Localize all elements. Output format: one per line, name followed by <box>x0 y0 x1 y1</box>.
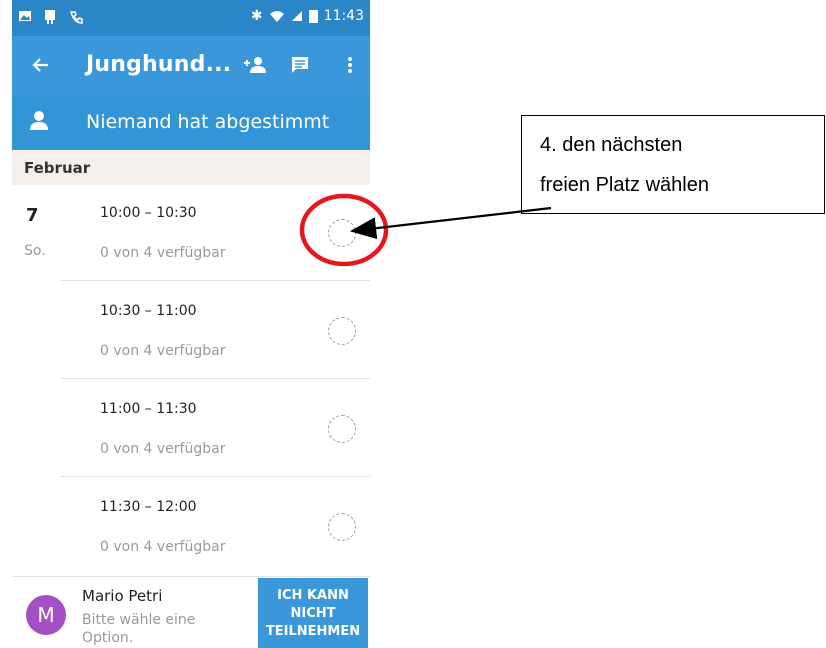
slot-time: 11:30 – 12:00 <box>100 499 197 515</box>
row-divider <box>60 280 370 281</box>
votes-status-text: Niemand hat abgestimmt <box>86 111 330 133</box>
image-notification-icon <box>19 11 31 21</box>
add-person-icon <box>244 57 266 73</box>
month-header: Februar <box>12 150 370 186</box>
day-weekday: So. <box>24 243 46 259</box>
cannot-attend-button[interactable]: ICH KANN NICHT TEILNEHMEN <box>258 578 368 648</box>
time-slot-row[interactable]: 7 So. 10:00 – 10:30 0 von 4 verfügbar <box>12 185 370 281</box>
status-bar: ✱ 11:43 <box>12 0 370 36</box>
bluetooth-icon: ✱ <box>250 8 263 24</box>
annotation-line-1: 4. den nächsten <box>540 134 683 156</box>
votes-person-wrap <box>28 110 50 136</box>
slot-availability: 0 von 4 verfügbar <box>100 539 226 555</box>
poll-title: Junghund... <box>86 52 232 77</box>
chat-icon <box>292 57 308 73</box>
slot-time: 10:00 – 10:30 <box>100 205 197 221</box>
month-label: Februar <box>24 159 91 177</box>
person-icon <box>30 111 48 130</box>
time-slot-row[interactable]: 11:30 – 12:00 0 von 4 verfügbar <box>12 479 370 575</box>
slot-select-radio[interactable] <box>328 513 356 541</box>
more-vert-icon <box>348 57 352 73</box>
status-icons-left <box>18 9 84 25</box>
slot-time: 11:00 – 11:30 <box>100 401 197 417</box>
status-time: 11:43 <box>323 8 364 24</box>
status-icons-right: ✱ 11:43 <box>251 8 364 24</box>
row-divider <box>60 378 370 379</box>
slot-select-radio[interactable] <box>328 317 356 345</box>
avatar: M <box>26 595 66 635</box>
wifi-icon <box>269 11 284 22</box>
phone-screen: ✱ 11:43 Junghund... Niemand hat abgestim… <box>12 0 370 648</box>
back-button[interactable] <box>26 50 56 80</box>
battery-icon <box>308 10 318 23</box>
chat-button[interactable] <box>285 50 315 80</box>
participant-hint: Bitte wähle eine Option. <box>82 612 196 646</box>
annotation-line-2: freien Platz wählen <box>540 174 709 196</box>
time-slot-row[interactable]: 10:30 – 11:00 0 von 4 verfügbar <box>12 283 370 379</box>
arrow-back-icon <box>32 58 48 72</box>
participant-name: Mario Petri <box>82 587 163 605</box>
slot-select-radio[interactable] <box>328 219 356 247</box>
slot-time: 10:30 – 11:00 <box>100 303 197 319</box>
add-participant-button[interactable] <box>240 50 270 80</box>
signal-icon <box>291 11 302 21</box>
slot-select-radio[interactable] <box>328 415 356 443</box>
more-options-button[interactable] <box>335 50 365 80</box>
missed-call-icon <box>70 11 83 24</box>
row-divider <box>60 476 370 477</box>
day-number: 7 <box>26 205 39 226</box>
slot-availability: 0 von 4 verfügbar <box>100 441 226 457</box>
slot-availability: 0 von 4 verfügbar <box>100 343 226 359</box>
device-notification-icon <box>45 10 55 24</box>
app-toolbar: Junghund... <box>12 36 370 96</box>
votes-banner[interactable]: Niemand hat abgestimmt <box>12 96 370 150</box>
slot-availability: 0 von 4 verfügbar <box>100 245 226 261</box>
participant-footer: M Mario Petri Bitte wähle eine Option. I… <box>12 576 370 648</box>
time-slot-row[interactable]: 11:00 – 11:30 0 von 4 verfügbar <box>12 381 370 477</box>
annotation-callout-box: 4. den nächsten freien Platz wählen <box>521 115 825 214</box>
